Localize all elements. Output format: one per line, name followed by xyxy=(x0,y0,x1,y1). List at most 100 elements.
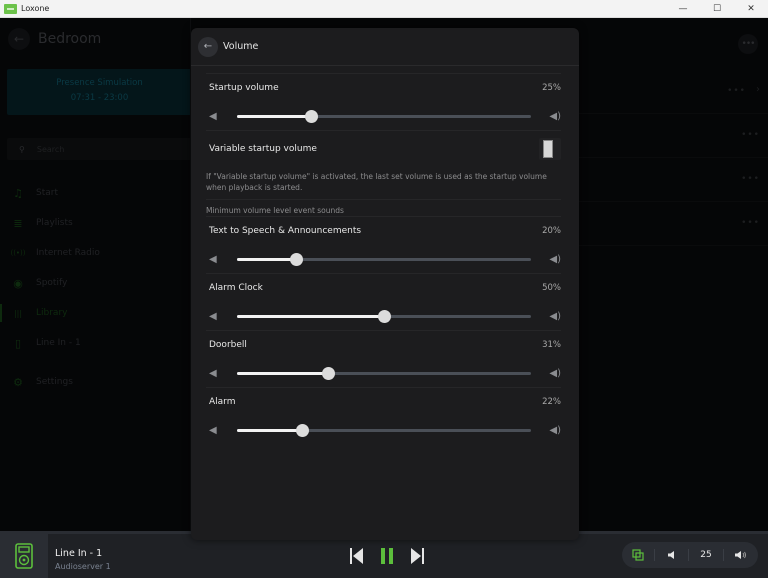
startup-volume-setting: Startup volume 25% ◀ ◀) xyxy=(206,74,561,130)
list-item[interactable]: ••• xyxy=(579,202,768,246)
list-item[interactable]: ••• xyxy=(579,114,768,158)
pause-button[interactable] xyxy=(372,546,402,566)
list-item[interactable]: ••• › xyxy=(579,70,768,114)
slider-fill xyxy=(237,314,384,318)
speaker-high-icon[interactable]: ◀) xyxy=(541,254,561,265)
speaker-low-icon[interactable]: ◀ xyxy=(209,254,225,265)
speaker-high-icon[interactable]: ◀) xyxy=(541,311,561,322)
more-icon[interactable]: ••• xyxy=(727,86,746,96)
sidebar-item-label: Library xyxy=(36,308,68,318)
list-item[interactable]: ••• xyxy=(579,158,768,202)
loxone-logo-icon xyxy=(4,3,17,14)
sidebar-item-library[interactable]: ||| Library xyxy=(0,298,190,328)
slider-thumb[interactable] xyxy=(378,309,391,323)
line-in-device-icon xyxy=(15,543,33,569)
setting-value: 25% xyxy=(542,83,561,93)
search-icon: ⚲ xyxy=(19,144,25,154)
doorbell-volume-slider[interactable] xyxy=(237,366,531,380)
speaker-high-icon[interactable]: ◀) xyxy=(541,425,561,436)
setting-label: Alarm xyxy=(209,397,236,407)
event-volume-alarm-clock: Alarm Clock 50% ◀ ◀) xyxy=(206,274,561,330)
page-title: Bedroom xyxy=(38,31,102,47)
speaker-high-icon xyxy=(735,551,746,559)
line-in-device-icon: ▯ xyxy=(14,336,22,350)
more-options-button[interactable]: ••• xyxy=(738,34,758,54)
presence-time: 07:31 - 23:00 xyxy=(70,93,129,103)
speaker-high-icon[interactable]: ◀) xyxy=(541,111,561,122)
variable-startup-volume-toggle[interactable] xyxy=(539,138,561,160)
setting-value: 22% xyxy=(542,397,561,407)
maximize-button[interactable]: ☐ xyxy=(700,0,734,18)
sidebar-item-settings[interactable]: ⚙ Settings xyxy=(0,367,190,397)
sidebar-item-label: Spotify xyxy=(36,278,68,288)
close-button[interactable]: ✕ xyxy=(734,0,768,18)
sidebar-item-internet-radio[interactable]: ((•)) Internet Radio xyxy=(0,238,190,268)
search-placeholder: Search xyxy=(36,144,65,154)
next-button[interactable] xyxy=(402,546,432,566)
sidebar-item-playlists[interactable]: ≣ Playlists xyxy=(0,208,190,238)
section-label: Minimum volume level event sounds xyxy=(206,205,344,215)
dialog-title: Volume xyxy=(223,41,259,52)
toggle-knob xyxy=(543,140,553,158)
sidebar-nav: ♫ Start ≣ Playlists ((•)) Internet Radio… xyxy=(0,178,190,397)
previous-button[interactable] xyxy=(342,546,372,566)
setting-label: Alarm Clock xyxy=(209,283,263,293)
now-playing-art[interactable] xyxy=(0,534,48,578)
event-volume-doorbell: Doorbell 31% ◀ ◀) xyxy=(206,331,561,387)
speaker-low-icon[interactable]: ◀ xyxy=(209,425,225,436)
slider-thumb[interactable] xyxy=(304,109,318,123)
sidebar-item-label: Internet Radio xyxy=(36,248,100,258)
tts-volume-slider[interactable] xyxy=(237,252,531,266)
now-playing-subtitle: Audioserver 1 xyxy=(55,562,111,571)
gear-icon: ⚙ xyxy=(13,375,23,389)
radio-broadcast-icon: ((•)) xyxy=(10,249,26,257)
alarm-clock-volume-slider[interactable] xyxy=(237,309,531,323)
startup-volume-slider[interactable] xyxy=(237,109,531,123)
back-button[interactable]: ← xyxy=(8,28,30,50)
setting-label: Text to Speech & Announcements xyxy=(209,226,362,236)
more-icon[interactable]: ••• xyxy=(741,174,760,184)
dialog-back-button[interactable]: ← xyxy=(198,36,218,57)
slider-fill xyxy=(237,257,296,261)
event-volume-tts: Text to Speech & Announcements 20% ◀ ◀) xyxy=(206,217,561,273)
alarm-volume-slider[interactable] xyxy=(237,423,531,437)
sidebar-item-label: Playlists xyxy=(36,218,73,228)
setting-label: Variable startup volume xyxy=(209,144,317,154)
slider-fill xyxy=(237,114,311,118)
volume-settings-dialog: ← Volume Startup volume 25% ◀ ◀) Variabl… xyxy=(191,28,579,540)
setting-value: 31% xyxy=(542,340,561,350)
transport-controls xyxy=(342,546,432,566)
speaker-high-icon[interactable]: ◀) xyxy=(541,368,561,379)
now-playing-title: Line In - 1 xyxy=(55,548,103,559)
zone-group-button[interactable] xyxy=(622,548,654,562)
sidebar-item-start[interactable]: ♫ Start xyxy=(0,178,190,208)
sidebar-item-label: Start xyxy=(36,188,58,198)
presence-title: Presence Simulation xyxy=(56,78,143,88)
sidebar-item-label: Settings xyxy=(36,377,73,387)
presence-simulation-card[interactable]: Presence Simulation 07:31 - 23:00 xyxy=(7,69,192,115)
dialog-header: ← Volume xyxy=(191,28,579,66)
content-list: ••• › ••• ••• ••• xyxy=(579,70,768,246)
volume-down-button[interactable] xyxy=(655,548,688,562)
search-field[interactable]: ⚲ Search xyxy=(7,138,192,160)
sidebar-item-spotify[interactable]: ◉ Spotify xyxy=(0,268,190,298)
slider-thumb[interactable] xyxy=(289,252,303,266)
volume-level: 25 xyxy=(700,550,712,560)
page-header: ← Bedroom xyxy=(8,28,101,50)
window-title: Loxone xyxy=(21,4,50,13)
arrow-left-icon: ← xyxy=(13,32,25,46)
library-icon: ||| xyxy=(13,308,23,318)
minimize-button[interactable]: — xyxy=(666,0,700,18)
speaker-low-icon[interactable]: ◀ xyxy=(209,311,225,322)
sidebar-item-line-in[interactable]: ▯ Line In - 1 xyxy=(0,328,190,358)
speaker-low-icon[interactable]: ◀ xyxy=(209,111,225,122)
more-icon[interactable]: ••• xyxy=(741,130,760,140)
more-icon[interactable]: ••• xyxy=(741,218,760,228)
speaker-low-icon[interactable]: ◀ xyxy=(209,368,225,379)
slider-thumb[interactable] xyxy=(322,366,336,380)
pause-icon xyxy=(381,548,393,564)
skip-next-icon xyxy=(411,548,424,564)
arrow-left-icon: ← xyxy=(203,41,213,52)
volume-up-button[interactable] xyxy=(724,548,757,562)
slider-thumb[interactable] xyxy=(295,423,309,437)
